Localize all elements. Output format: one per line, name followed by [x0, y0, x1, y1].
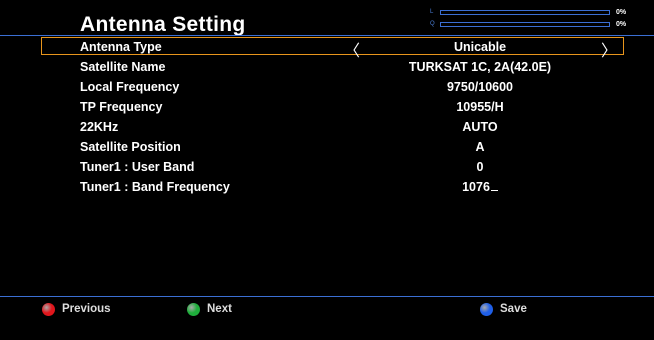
level-meter-bar	[440, 10, 610, 15]
footer-bar: Previous Next Save	[0, 301, 654, 321]
previous-label: Previous	[62, 303, 111, 315]
red-button-icon	[42, 303, 55, 316]
setting-row-22khz[interactable]: 22KHz AUTO	[0, 117, 654, 137]
band-frequency-text: 1076	[462, 180, 490, 194]
level-meter-percent: 0%	[616, 9, 627, 16]
header-divider	[0, 35, 654, 36]
quality-meter-percent: 0%	[616, 21, 627, 28]
setting-row-tp-frequency[interactable]: TP Frequency 10955/H	[0, 97, 654, 117]
setting-value-input[interactable]: 1076	[395, 180, 565, 194]
setting-row-antenna-type[interactable]: Antenna Type 〈 Unicable 〉	[0, 37, 654, 60]
setting-label: Tuner1 : User Band	[80, 160, 195, 174]
setting-label: Tuner1 : Band Frequency	[80, 180, 230, 194]
setting-row-band-frequency[interactable]: Tuner1 : Band Frequency 1076	[0, 177, 654, 197]
setting-label: Satellite Name	[80, 60, 166, 74]
setting-label: 22KHz	[80, 120, 119, 134]
setting-value: AUTO	[462, 120, 498, 134]
setting-row-satellite-name[interactable]: Satellite Name TURKSAT 1C, 2A(42.0E)	[0, 57, 654, 77]
setting-row-local-frequency[interactable]: Local Frequency 9750/10600	[0, 77, 654, 97]
setting-value: A	[475, 140, 485, 154]
quality-meter-label: Q	[430, 21, 435, 27]
setting-label: Satellite Position	[80, 140, 181, 154]
setting-row-satellite-position[interactable]: Satellite Position A	[0, 137, 654, 157]
blue-button-icon	[480, 303, 493, 316]
page-title: Antenna Setting	[80, 13, 246, 36]
level-meter-label: L	[430, 9, 434, 15]
setting-row-user-band[interactable]: Tuner1 : User Band 0	[0, 157, 654, 177]
next-label: Next	[207, 303, 232, 315]
setting-value: Unicable	[453, 40, 507, 54]
setting-label: Local Frequency	[80, 80, 180, 94]
quality-meter-bar	[440, 22, 610, 27]
setting-label: Antenna Type	[80, 40, 162, 54]
setting-value: TURKSAT 1C, 2A(42.0E)	[408, 60, 552, 74]
save-label: Save	[500, 303, 527, 315]
setting-label: TP Frequency	[80, 100, 163, 114]
footer-divider	[0, 296, 654, 297]
setting-value: 9750/10600	[446, 80, 514, 94]
green-button-icon	[187, 303, 200, 316]
setting-value: 0	[476, 160, 484, 174]
text-cursor	[490, 190, 498, 191]
setting-value: 10955/H	[456, 100, 504, 114]
